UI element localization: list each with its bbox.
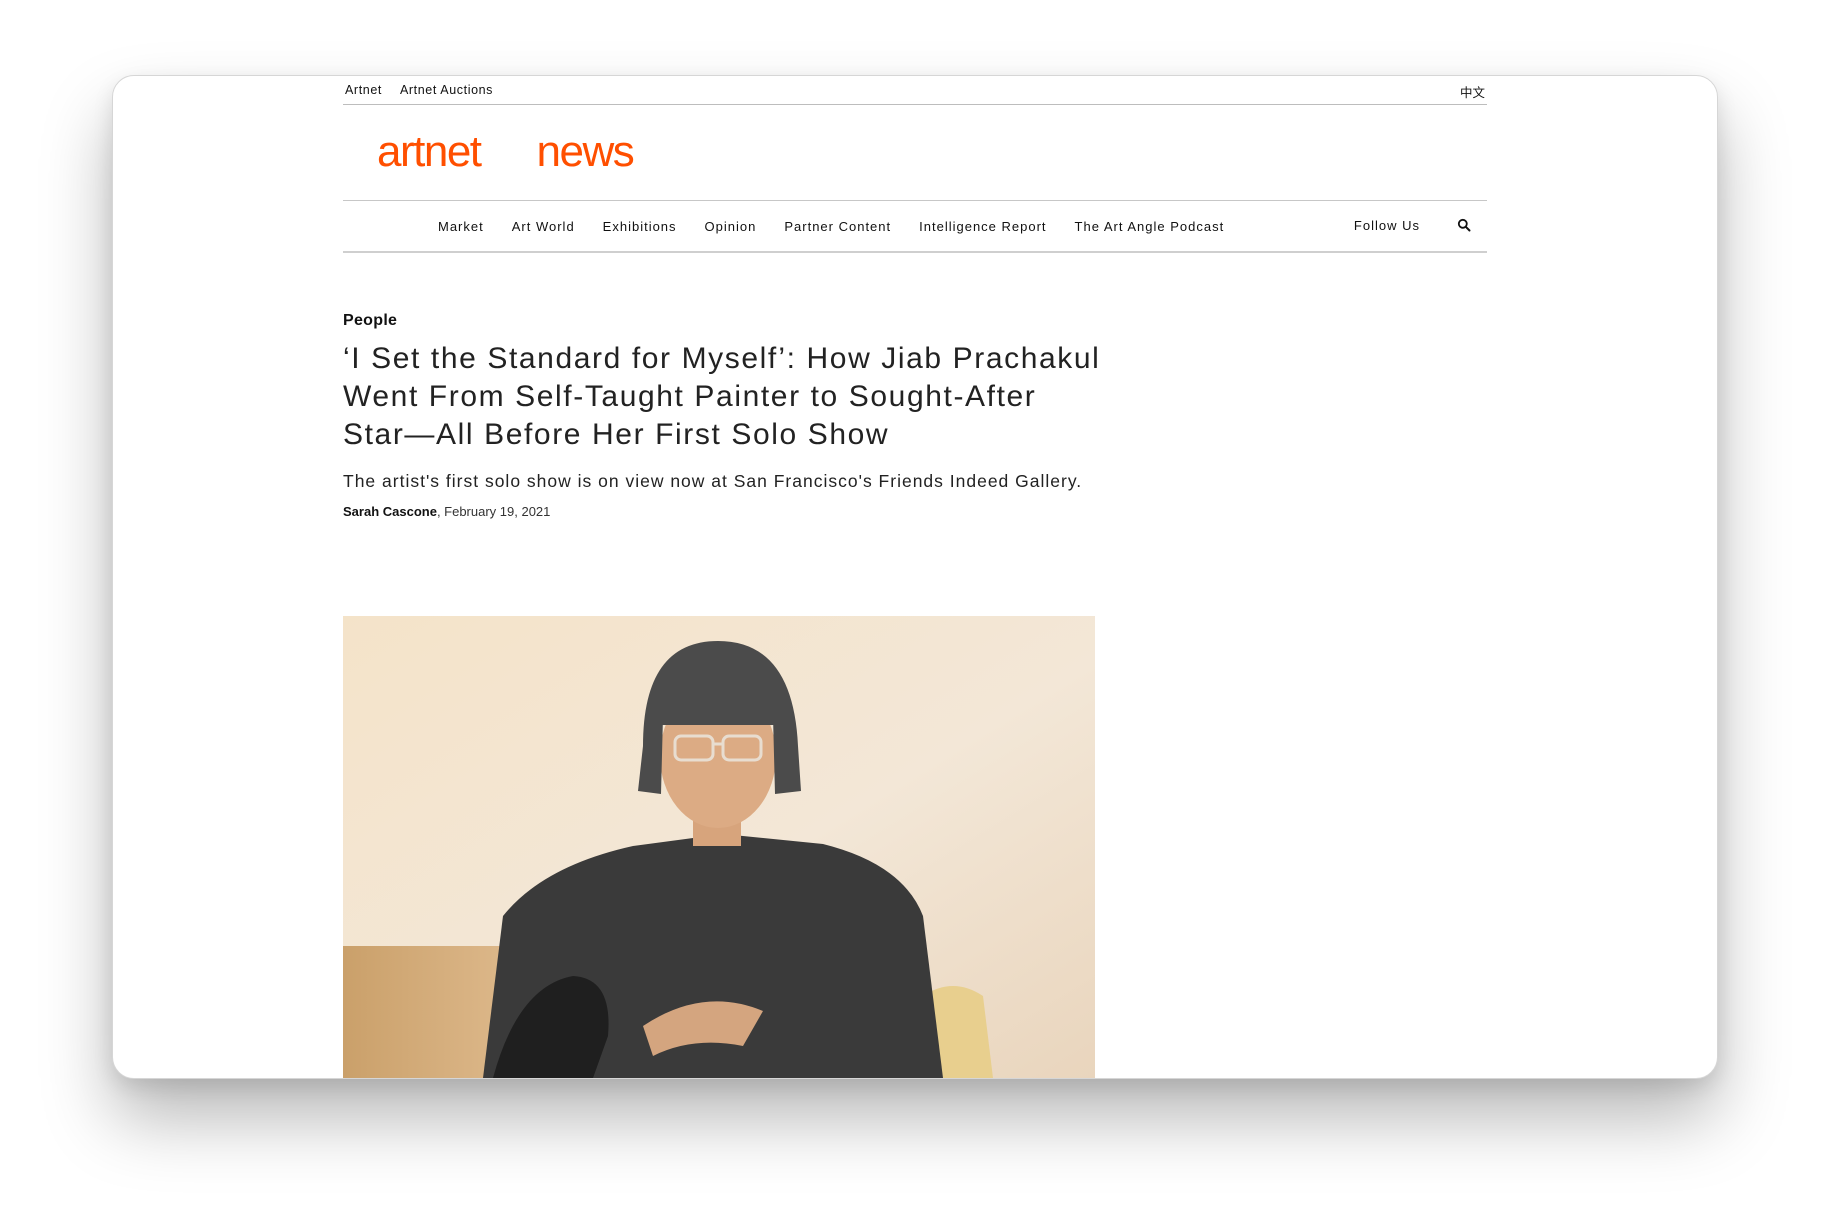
- logo-word-artnet: artnet: [377, 127, 482, 176]
- publish-date: , February 19, 2021: [436, 504, 551, 519]
- author-link[interactable]: Sarah Cascone: [343, 504, 437, 519]
- site-logo[interactable]: artnet news: [377, 127, 635, 177]
- logo-word-news: news: [536, 127, 635, 176]
- browser-window: Artnet Artnet Auctions 中文 artnet news Mar…: [112, 75, 1718, 1079]
- search-icon[interactable]: [1457, 218, 1471, 232]
- utility-link-artnet[interactable]: Artnet: [345, 83, 382, 97]
- nav-item-market[interactable]: Market: [438, 219, 484, 234]
- byline: Sarah Cascone, February 19, 2021: [343, 504, 1103, 519]
- main-nav: Market Art World Exhibitions Opinion Par…: [343, 201, 1487, 253]
- page-container: Artnet Artnet Auctions 中文 artnet news Mar…: [343, 76, 1487, 1078]
- utility-bar: Artnet Artnet Auctions 中文: [343, 76, 1487, 105]
- portrait-photo: [343, 616, 1095, 1078]
- hero-image: [343, 616, 1095, 1078]
- nav-item-art-world[interactable]: Art World: [512, 219, 575, 234]
- nav-item-partner-content[interactable]: Partner Content: [784, 219, 891, 234]
- article-headline: ‘I Set the Standard for Myself’: How Jia…: [343, 342, 1101, 451]
- utility-link-auctions[interactable]: Artnet Auctions: [400, 83, 493, 97]
- nav-item-intelligence-report[interactable]: Intelligence Report: [919, 219, 1046, 234]
- nav-item-opinion[interactable]: Opinion: [705, 219, 757, 234]
- article: People ‘I Set the Standard for Myself’: …: [343, 312, 1103, 519]
- article-dek: The artist's first solo show is on view …: [343, 471, 1083, 491]
- follow-us-button[interactable]: Follow Us: [1354, 218, 1420, 233]
- language-switch[interactable]: 中文: [1460, 82, 1485, 101]
- masthead: artnet news: [343, 105, 1487, 201]
- nav-item-art-angle-podcast[interactable]: The Art Angle Podcast: [1075, 219, 1225, 234]
- nav-item-exhibitions[interactable]: Exhibitions: [603, 219, 677, 234]
- article-category[interactable]: People: [343, 312, 1103, 330]
